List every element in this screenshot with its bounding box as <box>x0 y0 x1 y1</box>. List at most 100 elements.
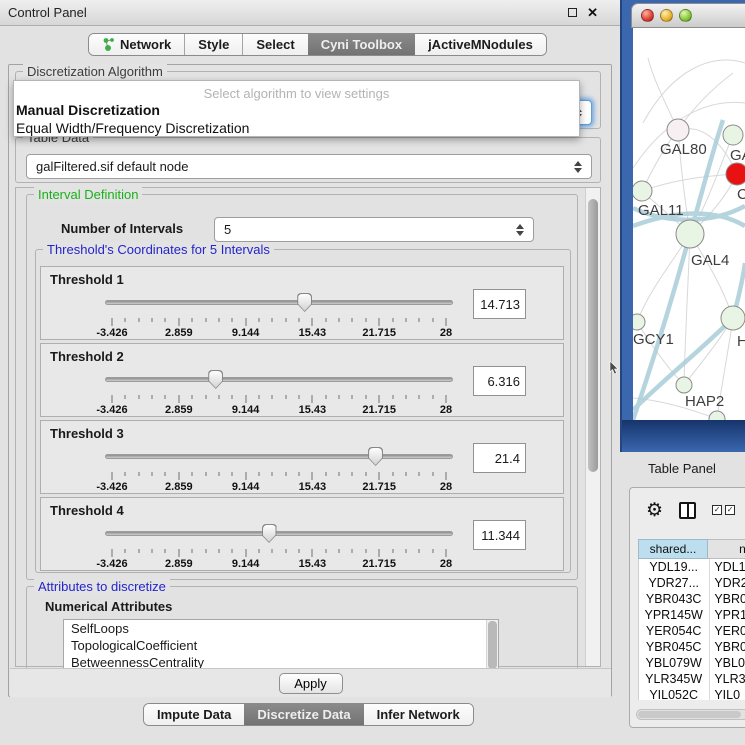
column-header-shared-name[interactable]: shared... <box>638 539 708 559</box>
combo-stepper-icon[interactable] <box>513 224 533 236</box>
node-selected-red[interactable] <box>726 163 745 185</box>
select-columns-icon[interactable]: ✓ ✓ <box>712 505 735 515</box>
table-row[interactable]: YBR043CYBR0 <box>639 591 745 607</box>
tab-cyni-toolbox[interactable]: Cyni Toolbox <box>308 34 415 55</box>
combo-stepper-icon[interactable] <box>571 161 591 173</box>
column-layout-icon[interactable] <box>679 502 696 519</box>
zoom-traffic-light-icon[interactable] <box>679 9 692 22</box>
slider-thumb[interactable] <box>208 370 223 389</box>
numerical-attributes-list[interactable]: SelfLoops TopologicalCoefficient Between… <box>63 619 499 671</box>
close-traffic-light-icon[interactable] <box>641 9 654 22</box>
node-label-gal80: GAL80 <box>660 141 707 158</box>
list-item[interactable]: SelfLoops <box>64 620 498 637</box>
threshold-value-field[interactable]: 21.4 <box>473 443 526 473</box>
node-gal4[interactable] <box>676 220 704 248</box>
tab-label: Style <box>198 37 229 52</box>
network-canvas[interactable]: GAL80 GA C GAL11 GAL4 GCY1 H HAP2 <box>633 28 745 420</box>
node-label-hap2: HAP2 <box>685 393 724 410</box>
cell[interactable]: YBL0 <box>708 655 745 671</box>
table-row[interactable]: YER054CYER0 <box>639 623 745 639</box>
number-of-intervals-combobox[interactable]: 5 <box>214 217 534 242</box>
apply-button[interactable]: Apply <box>279 673 343 694</box>
network-window-titlebar[interactable] <box>631 3 745 28</box>
threshold-label: Threshold 4 <box>50 503 124 518</box>
slider-track[interactable] <box>105 300 453 305</box>
slider-track[interactable] <box>105 531 453 536</box>
threshold-value-field[interactable]: 6.316 <box>473 366 526 396</box>
cell[interactable]: YPR145W <box>639 607 708 623</box>
node-label-partial-top: GA <box>730 147 745 164</box>
tab-label: Cyni Toolbox <box>321 37 402 52</box>
threshold-3-slider[interactable]: -3.4262.8599.14415.4321.71528 <box>99 445 459 493</box>
slider-scale-labels: -3.4262.8599.14415.4321.71528 <box>112 404 446 416</box>
dropdown-option-manual[interactable]: Manual Discretization <box>14 101 579 119</box>
checkbox-icon: ✓ <box>725 505 735 515</box>
tab-label: Select <box>256 37 294 52</box>
threshold-4-slider[interactable]: -3.4262.8599.14415.4321.71528 <box>99 522 459 570</box>
table-body[interactable]: YDL19...YDL1 YDR27...YDR2 YBR043CYBR0 YP… <box>638 559 745 700</box>
list-item[interactable]: TopologicalCoefficient <box>64 637 498 654</box>
node-gcy1[interactable] <box>633 314 645 330</box>
cell[interactable]: YDR27... <box>639 575 708 591</box>
table-row[interactable]: YBR045CYBR0 <box>639 639 745 655</box>
panel-scrollbar[interactable] <box>585 188 600 666</box>
cell[interactable]: YDR2 <box>708 575 745 591</box>
tab-network[interactable]: Network <box>89 34 184 55</box>
slider-thumb[interactable] <box>368 447 383 466</box>
table-data-combobox[interactable]: galFiltered.sif default node <box>26 154 592 179</box>
slider-track[interactable] <box>105 454 453 459</box>
tab-select[interactable]: Select <box>242 34 307 55</box>
horizontal-scrollbar-thumb[interactable] <box>638 711 741 718</box>
tab-jactivemnodules[interactable]: jActiveMNodules <box>415 34 546 55</box>
float-window-icon[interactable] <box>568 8 577 17</box>
cell[interactable]: YLR3 <box>708 671 745 687</box>
dropdown-option-equal-width[interactable]: Equal Width/Frequency Discretization <box>14 119 579 137</box>
table-row[interactable]: YIL052CYIL0 <box>639 687 745 700</box>
threshold-1-slider[interactable]: -3.4262.8599.14415.4321.71528 <box>99 291 459 339</box>
cell[interactable]: YBR0 <box>708 639 745 655</box>
node-partial-top[interactable] <box>723 125 743 145</box>
cell[interactable]: YBR043C <box>639 591 708 607</box>
table-row[interactable]: YPR145WYPR1 <box>639 607 745 623</box>
slider-thumb[interactable] <box>297 293 312 312</box>
table-row[interactable]: YBL079WYBL0 <box>639 655 745 671</box>
table-row[interactable]: YDR27...YDR2 <box>639 575 745 591</box>
tab-discretize-data[interactable]: Discretize Data <box>244 704 363 725</box>
close-icon[interactable]: ✕ <box>587 6 598 19</box>
cell[interactable]: YBL079W <box>639 655 708 671</box>
table-row[interactable]: YDL19...YDL1 <box>639 559 745 575</box>
cell[interactable]: YER054C <box>639 623 708 639</box>
table-row[interactable]: YLR345WYLR3 <box>639 671 745 687</box>
threshold-value-field[interactable]: 14.713 <box>473 289 526 319</box>
top-tab-bar: Network Style Select Cyni Toolbox jActiv… <box>88 33 547 56</box>
cell[interactable]: YPR1 <box>708 607 745 623</box>
minimize-traffic-light-icon[interactable] <box>660 9 673 22</box>
tab-infer-network[interactable]: Infer Network <box>364 704 473 725</box>
threshold-4-panel: Threshold 4 -3.4262.8599.14415.4321.7152… <box>40 497 564 571</box>
node-partial-right[interactable] <box>721 306 745 330</box>
cell[interactable]: YIL0 <box>708 687 745 700</box>
node-gal80[interactable] <box>667 119 689 141</box>
panel-scrollbar-thumb[interactable] <box>588 199 598 472</box>
cell[interactable]: YIL052C <box>639 687 708 700</box>
node-hap2[interactable] <box>676 377 692 393</box>
slider-thumb[interactable] <box>262 524 277 543</box>
cell[interactable]: YDL1 <box>708 559 745 575</box>
tab-style[interactable]: Style <box>184 34 242 55</box>
cell[interactable]: YBR045C <box>639 639 708 655</box>
list-scrollbar[interactable] <box>486 620 498 670</box>
node-bottom[interactable] <box>709 411 725 420</box>
cell[interactable]: YBR0 <box>708 591 745 607</box>
slider-track[interactable] <box>105 377 453 382</box>
threshold-2-slider[interactable]: -3.4262.8599.14415.4321.71528 <box>99 368 459 416</box>
horizontal-scrollbar[interactable] <box>636 709 745 720</box>
cell[interactable]: YER0 <box>708 623 745 639</box>
tab-impute-data[interactable]: Impute Data <box>144 704 244 725</box>
settings-scroll-panel: Interval Definition Number of Intervals … <box>15 187 601 667</box>
cell[interactable]: YLR345W <box>639 671 708 687</box>
cell[interactable]: YDL19... <box>639 559 708 575</box>
node-gal11[interactable] <box>633 181 652 201</box>
threshold-value-field[interactable]: 11.344 <box>473 520 526 550</box>
column-header-name[interactable]: n <box>708 539 745 559</box>
gear-icon[interactable]: ⚙ <box>646 501 663 520</box>
